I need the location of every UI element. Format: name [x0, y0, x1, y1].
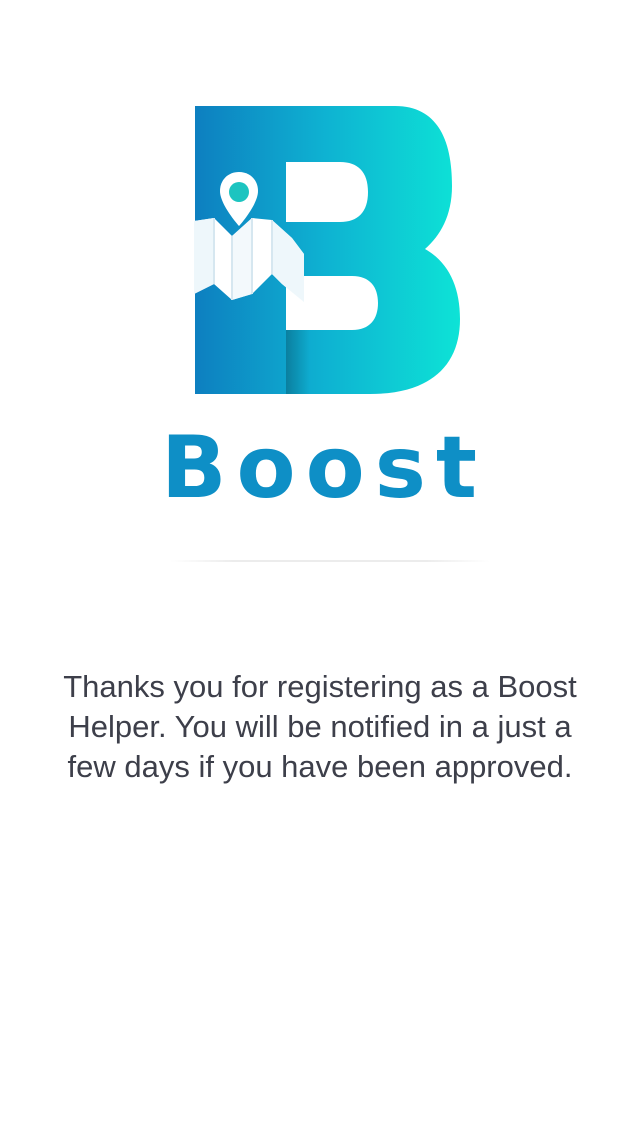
divider: [170, 560, 490, 562]
confirmation-message: Thanks you for registering as a Boost He…: [63, 669, 577, 784]
boost-logo-icon: [194, 106, 460, 394]
brand-name: Boost: [160, 418, 487, 518]
registration-confirmation-screen: Boost Thanks you for registering as a Bo…: [0, 0, 640, 1136]
